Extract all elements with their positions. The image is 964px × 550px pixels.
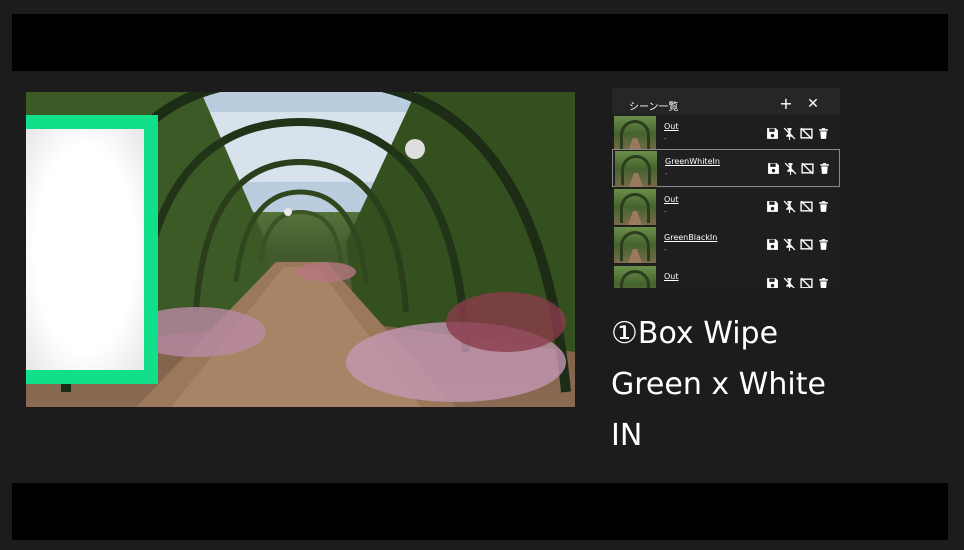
- scene-name[interactable]: Out: [664, 272, 679, 281]
- close-panel-button[interactable]: ✕: [803, 94, 823, 114]
- unpin-icon[interactable]: [783, 277, 796, 288]
- letterbox-bottom: [12, 483, 948, 540]
- unpin-icon[interactable]: [783, 127, 796, 140]
- scene-row[interactable]: Out -: [612, 265, 840, 288]
- scene-row[interactable]: Out -: [612, 188, 840, 226]
- delete-icon[interactable]: [817, 200, 830, 213]
- save-icon[interactable]: [766, 238, 779, 251]
- scene-row-selected[interactable]: GreenWhiteIn -: [612, 149, 840, 187]
- save-icon[interactable]: [766, 277, 779, 288]
- save-icon[interactable]: [766, 200, 779, 213]
- scene-name[interactable]: Out: [664, 122, 679, 131]
- delete-icon[interactable]: [817, 277, 830, 288]
- box-wipe-fill: [26, 129, 144, 370]
- scene-name[interactable]: Out: [664, 195, 679, 204]
- delete-icon[interactable]: [818, 162, 831, 175]
- scene-subtext: -: [664, 246, 667, 254]
- box-wipe-frame: [26, 115, 158, 384]
- delete-icon[interactable]: [817, 238, 830, 251]
- preview-image: [26, 92, 575, 407]
- scene-thumbnail: [614, 189, 656, 225]
- scene-subtext: -: [664, 208, 667, 216]
- scene-name[interactable]: GreenBlackIn: [664, 233, 717, 242]
- scene-row[interactable]: GreenBlackIn -: [612, 226, 840, 264]
- panel-title: シーン一覧: [629, 102, 679, 113]
- unpin-icon[interactable]: [783, 200, 796, 213]
- scene-thumbnail: [614, 227, 656, 263]
- hide-icon[interactable]: [800, 200, 813, 213]
- scene-thumbnail: [614, 266, 656, 288]
- scene-thumbnail: [615, 151, 657, 187]
- scene-name[interactable]: GreenWhiteIn: [665, 157, 720, 166]
- delete-icon[interactable]: [817, 127, 830, 140]
- unpin-icon[interactable]: [783, 238, 796, 251]
- scene-row[interactable]: Out -: [612, 115, 840, 153]
- add-scene-button[interactable]: +: [776, 94, 796, 114]
- scene-subtext: -: [664, 135, 667, 143]
- hide-icon[interactable]: [800, 277, 813, 288]
- save-icon[interactable]: [767, 162, 780, 175]
- scene-subtext: -: [665, 170, 668, 178]
- unpin-icon[interactable]: [784, 162, 797, 175]
- caption-line-3: IN: [611, 418, 643, 453]
- caption-line-2: Green x White: [611, 367, 826, 402]
- caption-line-1: ①Box Wipe: [611, 316, 779, 351]
- scene-thumbnail: [614, 116, 656, 152]
- save-icon[interactable]: [766, 127, 779, 140]
- caption: ①Box Wipe Green x White IN: [611, 308, 931, 461]
- scene-subtext: -: [664, 285, 667, 288]
- hide-icon[interactable]: [801, 162, 814, 175]
- letterbox-top: [12, 14, 948, 71]
- hide-icon[interactable]: [800, 238, 813, 251]
- scene-list-panel: シーン一覧 + ✕ Out - GreenWhiteIn - Out - Gre…: [612, 88, 840, 288]
- hide-icon[interactable]: [800, 127, 813, 140]
